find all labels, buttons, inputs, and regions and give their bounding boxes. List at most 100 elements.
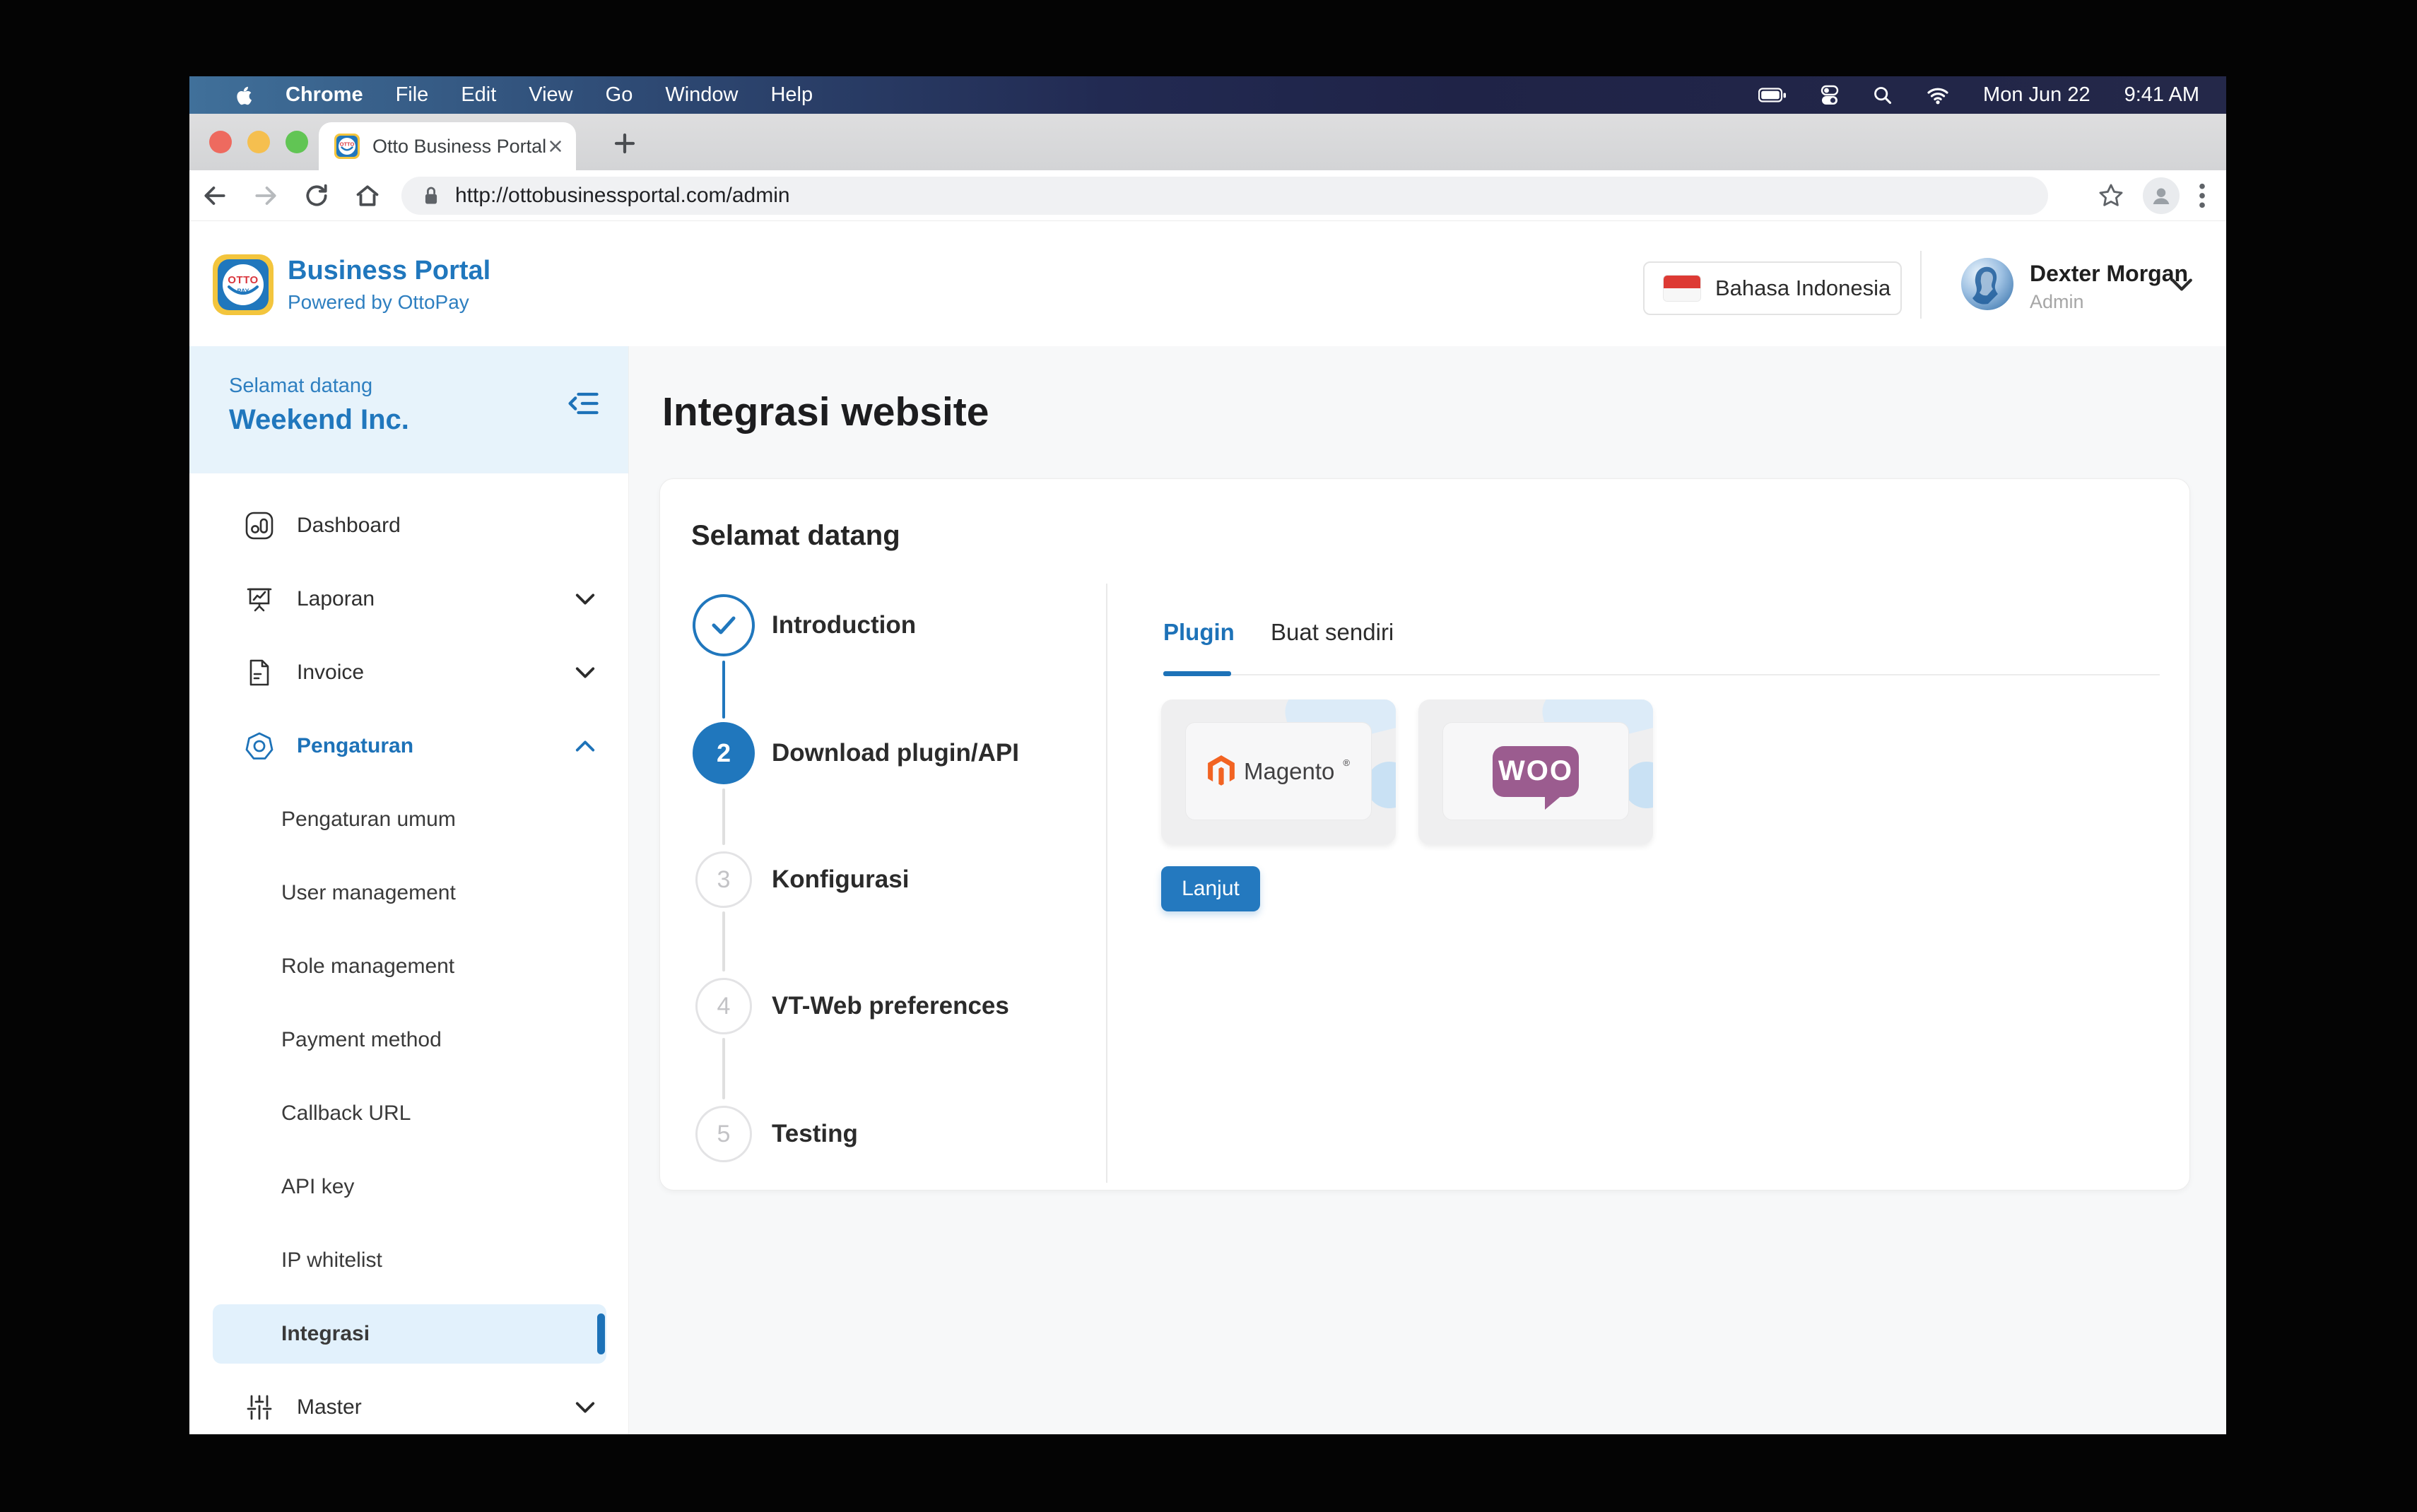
- browser-menu-dots-icon[interactable]: [2198, 182, 2206, 210]
- brand[interactable]: OTTOPAY Business Portal Powered by OttoP…: [213, 254, 490, 315]
- sidebar-item-invoice[interactable]: Invoice: [189, 636, 628, 709]
- window-close-button[interactable]: [209, 131, 232, 153]
- invoice-icon: [243, 656, 276, 689]
- apple-menu-icon[interactable]: [235, 85, 253, 106]
- menubar-time[interactable]: 9:41 AM: [2124, 83, 2199, 107]
- step-label: Download plugin/API: [772, 739, 1019, 767]
- sidebar-item-pengaturan-umum[interactable]: Pengaturan umum: [189, 783, 628, 856]
- step-number: 5: [695, 1106, 752, 1162]
- woo-wordmark: WOO: [1498, 755, 1573, 787]
- sidebar-item-label: Pengaturan: [297, 734, 413, 758]
- tab-buat-sendiri[interactable]: Buat sendiri: [1271, 619, 1394, 646]
- sidebar-item-laporan[interactable]: Laporan: [189, 562, 628, 636]
- user-avatar[interactable]: [1961, 258, 2013, 310]
- tab-plugin[interactable]: Plugin: [1163, 619, 1235, 646]
- sliders-icon: [243, 1391, 276, 1424]
- sidebar-item-label: IP whitelist: [281, 1248, 382, 1272]
- sidebar-item-pengaturan[interactable]: Pengaturan: [189, 709, 628, 783]
- menubar-item-help[interactable]: Help: [770, 83, 813, 107]
- menubar-item-view[interactable]: View: [529, 83, 572, 107]
- menubar-item-file[interactable]: File: [396, 83, 429, 107]
- user-menu[interactable]: Dexter Morgan Admin: [2030, 261, 2188, 313]
- sidebar-item-integrasi[interactable]: Integrasi: [189, 1297, 628, 1371]
- settings-gear-icon: [243, 730, 276, 762]
- bookmark-star-icon[interactable]: [2098, 182, 2124, 209]
- sidebar-item-role-management[interactable]: Role management: [189, 930, 628, 1003]
- stepper-divider: [1106, 584, 1107, 1183]
- chevron-up-icon: [575, 740, 596, 752]
- plugin-card-magento[interactable]: Magento®: [1161, 699, 1396, 844]
- sidebar-nav: Dashboard Laporan Invoice: [189, 489, 628, 1434]
- sidebar-item-label: Callback URL: [281, 1101, 411, 1126]
- woocommerce-logo: WOO: [1493, 746, 1579, 797]
- tab-close-icon[interactable]: [546, 137, 565, 155]
- new-tab-button[interactable]: [609, 128, 640, 159]
- language-selector-button[interactable]: Bahasa Indonesia: [1643, 261, 1902, 315]
- page-title: Integrasi website: [662, 389, 989, 435]
- sidebar-item-master[interactable]: Master: [189, 1371, 628, 1434]
- app-header: OTTOPAY Business Portal Powered by OttoP…: [189, 221, 2226, 346]
- step-label: Testing: [772, 1120, 858, 1148]
- user-role: Admin: [2030, 291, 2188, 313]
- continue-button[interactable]: Lanjut: [1161, 866, 1260, 911]
- browser-tab[interactable]: OTTO Otto Business Portal: [319, 122, 576, 170]
- menubar-item-chrome[interactable]: Chrome: [286, 83, 363, 107]
- url-field[interactable]: http://ottobusinessportal.com/admin: [401, 177, 2048, 215]
- lock-icon[interactable]: [421, 185, 441, 206]
- step-connector: [722, 1038, 725, 1099]
- sidebar-item-label: Invoice: [297, 661, 364, 685]
- window-zoom-button[interactable]: [286, 131, 308, 153]
- brand-title: Business Portal: [288, 256, 490, 286]
- menubar-item-go[interactable]: Go: [606, 83, 633, 107]
- active-tab-underline: [1163, 671, 1231, 676]
- menubar-date[interactable]: Mon Jun 22: [1983, 83, 2090, 107]
- sidebar-collapse-icon[interactable]: [565, 387, 601, 420]
- step-testing[interactable]: 5 Testing: [693, 1103, 858, 1165]
- user-chevron-down-icon[interactable]: [2170, 278, 2194, 292]
- svg-text:OTTO: OTTO: [340, 141, 355, 148]
- sidebar-item-api-key[interactable]: API key: [189, 1150, 628, 1224]
- sidebar-item-label: Laporan: [297, 587, 375, 611]
- step-check-icon: [693, 594, 755, 656]
- sidebar-item-callback-url[interactable]: Callback URL: [189, 1077, 628, 1150]
- step-connector: [722, 789, 725, 845]
- step-konfigurasi[interactable]: 3 Konfigurasi: [693, 849, 909, 911]
- sidebar-item-label: User management: [281, 881, 456, 905]
- step-download-plugin-api[interactable]: 2 Download plugin/API: [693, 722, 1019, 784]
- indonesia-flag-icon: [1663, 275, 1701, 302]
- step-number: 4: [695, 978, 752, 1034]
- plugin-card-woocommerce[interactable]: WOO: [1418, 699, 1653, 844]
- magento-trademark: ®: [1343, 757, 1350, 768]
- step-vt-web-preferences[interactable]: 4 VT-Web preferences: [693, 975, 1009, 1037]
- menubar-item-edit[interactable]: Edit: [461, 83, 496, 107]
- sidebar-item-payment-method[interactable]: Payment method: [189, 1003, 628, 1077]
- reload-icon[interactable]: [291, 182, 342, 209]
- sidebar-item-label: Role management: [281, 955, 454, 979]
- sidebar-item-user-management[interactable]: User management: [189, 856, 628, 930]
- ottopay-logo: OTTOPAY: [213, 254, 274, 315]
- home-icon[interactable]: [342, 182, 393, 209]
- step-label: VT-Web preferences: [772, 992, 1009, 1020]
- step-number: 2: [693, 722, 755, 784]
- menubar-item-window[interactable]: Window: [665, 83, 738, 107]
- sidebar-item-dashboard[interactable]: Dashboard: [189, 489, 628, 562]
- active-item-indicator: [597, 1313, 605, 1354]
- browser-addressbar: http://ottobusinessportal.com/admin: [189, 170, 2226, 221]
- step-introduction[interactable]: Introduction: [693, 594, 916, 656]
- forward-icon[interactable]: [240, 182, 291, 209]
- browser-profile-icon[interactable]: [2143, 177, 2180, 214]
- battery-icon[interactable]: [1758, 88, 1787, 103]
- user-name: Dexter Morgan: [2030, 261, 2188, 287]
- spotlight-search-icon[interactable]: [1873, 85, 1893, 105]
- active-item-highlight: [213, 1304, 606, 1364]
- chevron-down-icon: [575, 666, 596, 679]
- control-center-icon[interactable]: [1821, 85, 1839, 106]
- window-minimize-button[interactable]: [247, 131, 270, 153]
- sidebar-item-label: Integrasi: [281, 1322, 370, 1346]
- desktop-screen: Chrome File Edit View Go Window Help Mon…: [189, 76, 2226, 1434]
- brand-subtitle: Powered by OttoPay: [288, 291, 490, 314]
- back-icon[interactable]: [189, 182, 240, 209]
- wifi-icon[interactable]: [1927, 86, 1949, 105]
- sidebar-item-label: Payment method: [281, 1028, 442, 1052]
- sidebar-item-ip-whitelist[interactable]: IP whitelist: [189, 1224, 628, 1297]
